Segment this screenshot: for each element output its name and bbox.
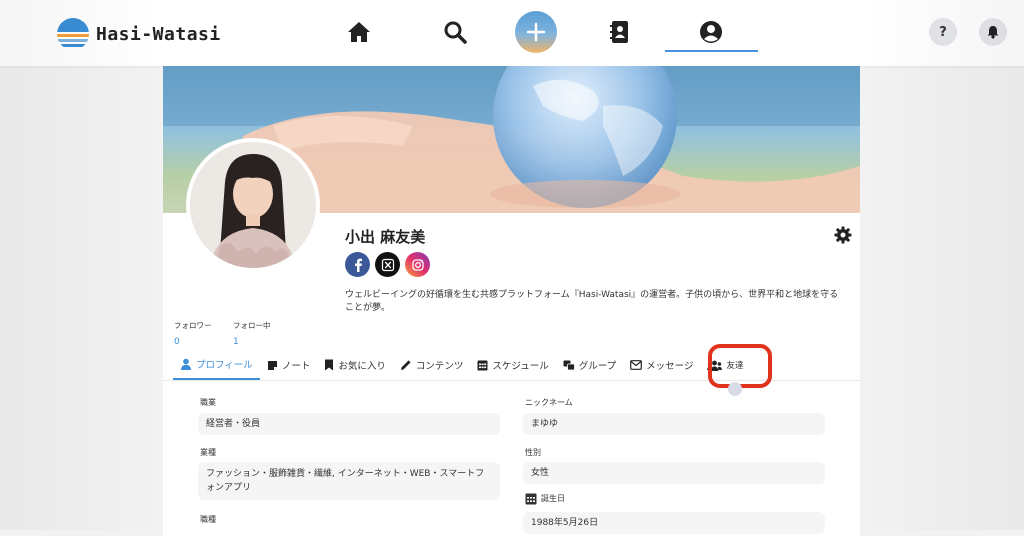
tab-contents[interactable]: コンテンツ xyxy=(393,350,471,380)
nickname-label-text: ニックネーム xyxy=(525,398,573,407)
tab-contents-label: コンテンツ xyxy=(415,361,464,372)
tab-profile[interactable]: プロフィール xyxy=(173,350,260,380)
occupation-label: 職業 xyxy=(200,397,216,408)
following-stat[interactable]: フォロー中 1 xyxy=(233,320,271,347)
tab-favorites-label: お気に入り xyxy=(338,361,386,372)
tab-friends[interactable]: 友達 xyxy=(700,350,750,380)
pencil-icon xyxy=(400,360,411,370)
facebook-link[interactable] xyxy=(345,252,370,277)
following-count: 1 xyxy=(233,337,239,347)
birthday-label: 誕生日 xyxy=(525,492,565,505)
bell-icon xyxy=(987,26,999,39)
tab-groups[interactable]: グループ xyxy=(556,350,623,380)
x-link[interactable] xyxy=(375,252,400,277)
industry-label-text: 業種 xyxy=(200,448,216,457)
envelope-icon xyxy=(630,360,643,370)
gear-icon[interactable] xyxy=(834,226,852,244)
tab-schedule[interactable]: スケジュール xyxy=(470,350,555,380)
profile-tabs: プロフィール ノート お気に入り コンテンツ スケジュール グループ メッセージ… xyxy=(173,350,750,380)
create-post-button[interactable] xyxy=(515,11,557,53)
followers-label: フォロワー xyxy=(174,321,212,330)
account-icon[interactable] xyxy=(697,18,725,46)
industry-label: 業種 xyxy=(200,447,216,458)
avatar[interactable] xyxy=(186,138,320,272)
profile-card: 小出 麻友美 ウェルビーイングの好循環を生む共感プラットフォーム『Hasi-Wa… xyxy=(163,66,860,536)
tab-friends-label: 友達 xyxy=(726,361,744,371)
instagram-link[interactable] xyxy=(405,252,430,277)
position-label: 職種 xyxy=(200,514,216,525)
contacts-icon[interactable] xyxy=(606,18,634,46)
help-button[interactable]: ? xyxy=(929,18,957,46)
logo-icon xyxy=(57,18,89,47)
birthday-value: 1988年5月26日 xyxy=(523,512,825,534)
social-links xyxy=(345,252,430,277)
tab-notes-label: ノート xyxy=(281,361,311,372)
instagram-icon xyxy=(411,258,424,271)
occupation-value: 経営者・役員 xyxy=(198,413,500,435)
logo[interactable]: Hasi-Watasi xyxy=(56,17,221,51)
tab-messages-label: メッセージ xyxy=(646,361,694,372)
avatar-photo xyxy=(190,142,316,268)
tabs-divider xyxy=(163,380,860,381)
following-label: フォロー中 xyxy=(233,321,271,330)
tab-schedule-label: スケジュール xyxy=(492,361,549,372)
nickname-value: まゆゆ xyxy=(523,413,825,435)
home-icon[interactable] xyxy=(345,18,373,46)
group-icon xyxy=(563,360,575,370)
tab-profile-label: プロフィール xyxy=(196,360,253,371)
nickname-label: ニックネーム xyxy=(525,397,573,408)
user-bio: ウェルビーイングの好循環を生む共感プラットフォーム『Hasi-Watasi』の運… xyxy=(345,290,839,313)
active-nav-indicator xyxy=(665,50,758,52)
facebook-icon xyxy=(354,258,362,272)
calendar-icon xyxy=(477,360,488,371)
search-icon[interactable] xyxy=(441,18,469,46)
cursor-indicator xyxy=(728,382,742,396)
gender-value: 女性 xyxy=(523,462,825,484)
plus-icon xyxy=(526,22,546,42)
gender-label-text: 性別 xyxy=(525,448,541,457)
industry-value: ファッション・服飾雑貨・繊維, インターネット・WEB・スマートフォンアプリ xyxy=(198,462,500,500)
followers-count: 0 xyxy=(174,337,180,347)
occupation-label-text: 職業 xyxy=(200,398,216,407)
gender-label: 性別 xyxy=(525,447,541,458)
user-name: 小出 麻友美 xyxy=(345,228,426,246)
position-label-text: 職種 xyxy=(200,515,216,524)
followers-stat[interactable]: フォロワー 0 xyxy=(174,320,212,347)
notifications-button[interactable] xyxy=(979,18,1007,46)
friends-icon xyxy=(707,360,723,371)
tab-notes[interactable]: ノート xyxy=(260,350,318,380)
note-icon xyxy=(267,360,277,370)
calendar-icon xyxy=(525,493,537,505)
birthday-label-text: 誕生日 xyxy=(541,494,565,503)
user-icon xyxy=(180,358,192,370)
tab-groups-label: グループ xyxy=(578,361,617,372)
tab-favorites[interactable]: お気に入り xyxy=(317,350,393,380)
tab-messages[interactable]: メッセージ xyxy=(623,350,700,380)
logo-text: Hasi-Watasi xyxy=(96,23,221,45)
top-navigation-bar: Hasi-Watasi ? xyxy=(0,0,1024,66)
bookmark-icon xyxy=(325,359,334,371)
x-icon xyxy=(381,258,394,271)
